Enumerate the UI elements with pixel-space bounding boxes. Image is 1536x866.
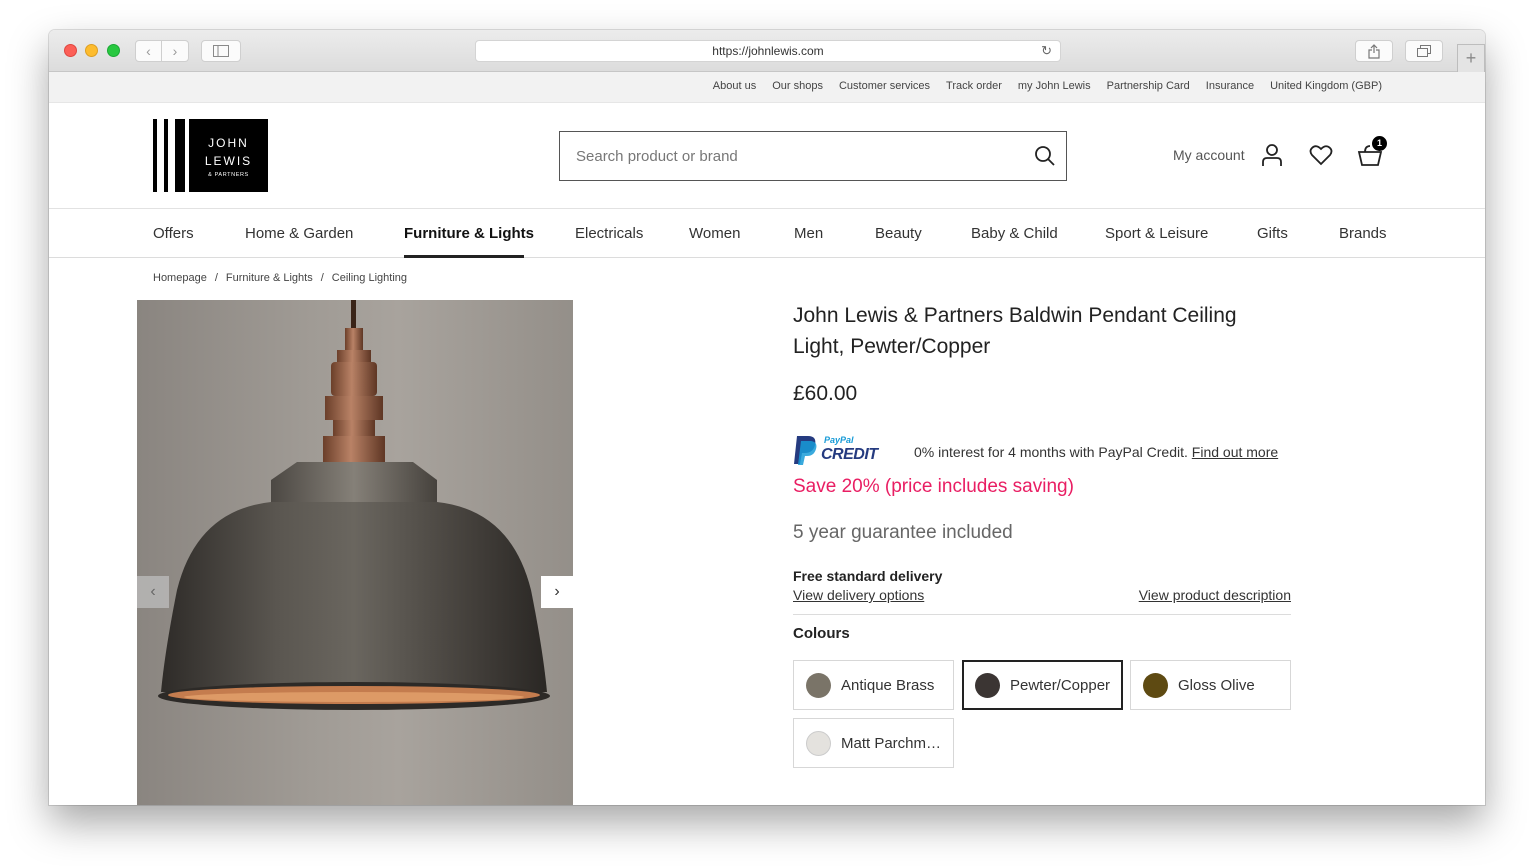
paypal-find-out-more-link[interactable]: Find out more — [1192, 444, 1278, 460]
sidebar-icon — [213, 45, 229, 57]
logo-line-1: JOHN — [208, 135, 249, 150]
paypal-p-icon — [794, 436, 817, 465]
share-button[interactable] — [1355, 40, 1393, 62]
nav-men[interactable]: Men — [794, 225, 823, 242]
my-account-link[interactable]: My account — [1173, 147, 1245, 163]
paypal-credit-logo: PayPal CREDIT — [793, 434, 878, 466]
utility-link-track-order[interactable]: Track order — [946, 80, 1002, 92]
breadcrumb-separator: / — [214, 272, 218, 284]
url-text: https://johnlewis.com — [712, 44, 824, 58]
active-nav-underline — [404, 255, 524, 258]
nav-beauty[interactable]: Beauty — [875, 225, 922, 242]
search-box — [559, 131, 1067, 181]
paypal-brand-bottom: CREDIT — [821, 446, 878, 463]
address-bar[interactable]: https://johnlewis.com ↻ — [475, 40, 1061, 62]
utility-link-insurance[interactable]: Insurance — [1206, 80, 1254, 92]
main-navigation: Offers Home & Garden Furniture & Lights … — [49, 209, 1485, 258]
reload-icon[interactable]: ↻ — [1041, 41, 1052, 61]
pendant-light-illustration — [158, 300, 550, 710]
colours-heading: Colours — [793, 625, 850, 642]
carousel-prev-button[interactable]: ‹ — [137, 576, 169, 608]
new-tab-button[interactable]: + — [1457, 44, 1485, 72]
section-divider — [793, 614, 1291, 615]
colour-label: Pewter/Copper — [1010, 676, 1111, 694]
product-price: £60.00 — [793, 382, 858, 405]
delivery-links: View delivery options View product descr… — [793, 587, 1293, 609]
breadcrumb: Homepage / Furniture & Lights / Ceiling … — [153, 272, 407, 284]
share-icon — [1368, 44, 1380, 59]
breadcrumb-homepage[interactable]: Homepage — [153, 272, 207, 284]
nav-baby-child[interactable]: Baby & Child — [971, 225, 1058, 242]
utility-link-customer-services[interactable]: Customer services — [839, 80, 930, 92]
utility-link-partnership-card[interactable]: Partnership Card — [1107, 80, 1190, 92]
browser-toolbar: ‹ › https://johnlewis.com ↻ + — [49, 30, 1485, 72]
wishlist-heart-icon[interactable] — [1309, 144, 1333, 166]
colour-option-antique-brass[interactable]: Antique Brass — [793, 660, 954, 710]
forward-button[interactable]: › — [162, 40, 189, 62]
search-icon[interactable] — [1034, 145, 1056, 167]
product-title: John Lewis & Partners Baldwin Pendant Ce… — [793, 304, 1237, 358]
basket-count-badge: 1 — [1372, 136, 1387, 151]
colour-label: Gloss Olive — [1178, 676, 1255, 694]
colour-dot — [806, 730, 831, 756]
colour-label: Antique Brass — [841, 676, 935, 694]
account-icon[interactable] — [1261, 143, 1283, 167]
colour-dot — [975, 672, 1000, 698]
zoom-window-button[interactable] — [107, 44, 120, 57]
colour-swatches: Antique Brass Pewter/Copper Gloss Olive … — [793, 660, 1293, 770]
browser-window: ‹ › https://johnlewis.com ↻ + About us O… — [49, 30, 1485, 805]
carousel-next-button[interactable]: › — [541, 576, 573, 608]
product-info: John Lewis & Partners Baldwin Pendant Ce… — [793, 300, 1293, 770]
breadcrumb-ceiling-lighting[interactable]: Ceiling Lighting — [332, 272, 407, 284]
guarantee-text: 5 year guarantee included — [793, 522, 1013, 543]
nav-gifts[interactable]: Gifts — [1257, 225, 1288, 242]
paypal-brand-top: PayPal — [824, 435, 854, 445]
colour-option-pewter-copper[interactable]: Pewter/Copper — [962, 660, 1123, 710]
logo-line-3: & PARTNERS — [208, 171, 249, 178]
colour-dot — [806, 672, 831, 698]
paypal-credit-message: 0% interest for 4 months with PayPal Cre… — [914, 444, 1188, 460]
tab-overview-button[interactable] — [1405, 40, 1443, 62]
breadcrumb-separator: / — [320, 272, 324, 284]
delivery-title: Free standard delivery — [793, 568, 943, 584]
close-window-button[interactable] — [64, 44, 77, 57]
colour-label: Matt Parchm… — [841, 734, 942, 752]
nav-women[interactable]: Women — [689, 225, 740, 242]
colour-dot — [1143, 672, 1168, 698]
view-delivery-options-link[interactable]: View delivery options — [793, 587, 924, 603]
utility-link-region[interactable]: United Kingdom (GBP) — [1270, 80, 1382, 92]
minimize-window-button[interactable] — [85, 44, 98, 57]
utility-link-my-john-lewis[interactable]: my John Lewis — [1018, 80, 1091, 92]
breadcrumb-furniture-lights[interactable]: Furniture & Lights — [226, 272, 313, 284]
paypal-credit-text: 0% interest for 4 months with PayPal Cre… — [914, 444, 1278, 460]
sidebar-toggle-button[interactable] — [201, 40, 241, 62]
john-lewis-logo[interactable]: JOHN LEWIS & PARTNERS — [153, 119, 268, 192]
search-input[interactable] — [560, 132, 1000, 180]
utility-links: About us Our shops Customer services Tra… — [713, 80, 1382, 92]
nav-home-garden[interactable]: Home & Garden — [245, 225, 353, 242]
nav-furniture-lights[interactable]: Furniture & Lights — [404, 225, 534, 242]
paypal-credit-banner: PayPal CREDIT 0% interest for 4 months w… — [793, 434, 1293, 474]
nav-offers[interactable]: Offers — [153, 225, 194, 242]
product-image[interactable]: ‹ › — [137, 300, 573, 805]
logo-line-2: LEWIS — [204, 153, 253, 168]
saving-message: Save 20% (price includes saving) — [793, 476, 1074, 497]
colour-option-gloss-olive[interactable]: Gloss Olive — [1130, 660, 1291, 710]
nav-electricals[interactable]: Electricals — [575, 225, 643, 242]
tabs-icon — [1417, 45, 1431, 57]
nav-sport-leisure[interactable]: Sport & Leisure — [1105, 225, 1208, 242]
view-product-description-link[interactable]: View product description — [1139, 587, 1291, 603]
site-header: JOHN LEWIS & PARTNERS My account 1 — [49, 103, 1485, 209]
nav-brands[interactable]: Brands — [1339, 225, 1387, 242]
back-button[interactable]: ‹ — [135, 40, 162, 62]
utility-bar: About us Our shops Customer services Tra… — [49, 72, 1485, 103]
utility-link-shops[interactable]: Our shops — [772, 80, 823, 92]
colour-option-matt-parchment[interactable]: Matt Parchm… — [793, 718, 954, 768]
utility-link-about[interactable]: About us — [713, 80, 756, 92]
